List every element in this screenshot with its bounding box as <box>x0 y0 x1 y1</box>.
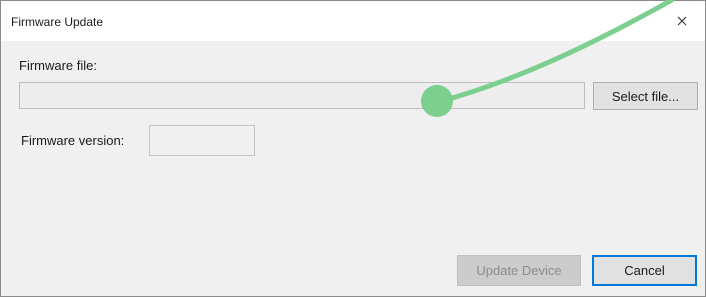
dialog-title: Firmware Update <box>11 15 104 29</box>
close-button[interactable] <box>659 1 705 41</box>
title-bar: Firmware Update <box>1 1 705 41</box>
firmware-file-label: Firmware file: <box>19 58 98 73</box>
update-device-button[interactable]: Update Device <box>457 255 581 286</box>
dialog-body: Firmware file: Select file... Firmware v… <box>1 41 705 296</box>
select-file-button[interactable]: Select file... <box>593 82 698 110</box>
firmware-version-label: Firmware version: <box>21 133 125 148</box>
firmware-file-field[interactable] <box>19 82 585 109</box>
cancel-button[interactable]: Cancel <box>592 255 697 286</box>
close-icon <box>677 16 687 26</box>
firmware-version-field <box>149 125 255 156</box>
firmware-update-dialog: Firmware Update Firmware file: Select fi… <box>0 0 706 297</box>
